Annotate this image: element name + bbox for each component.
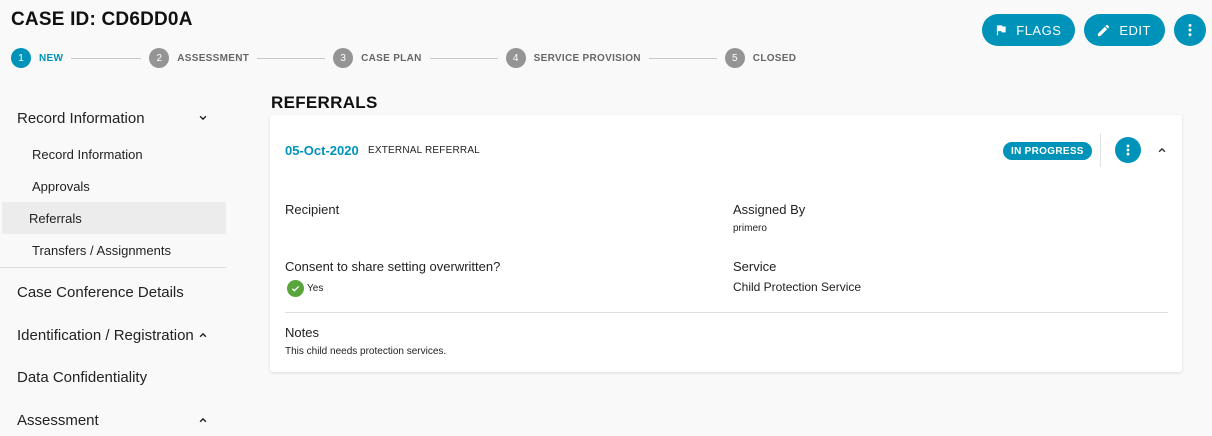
referral-menu-button[interactable]	[1115, 137, 1141, 163]
case-title: CASE ID: CD6DD0A	[11, 9, 193, 30]
chevron-up-icon	[1158, 147, 1166, 153]
flag-icon	[997, 25, 1006, 36]
more-vertical-icon	[1188, 23, 1192, 37]
sidebar-item-referrals[interactable]: Referrals	[2, 202, 226, 234]
step-label: CLOSED	[752, 52, 797, 64]
step-label: CASE PLAN	[361, 52, 422, 64]
notes-value: This child needs protection services.	[285, 346, 447, 357]
sidebar-nav: Record Information Record Information Ap…	[0, 100, 228, 436]
step-label: SERVICE PROVISION	[533, 52, 641, 64]
nav-group-case-conference[interactable]: Case Conference Details	[0, 272, 228, 312]
step-number: 5	[724, 48, 745, 68]
sidebar-item-record-information[interactable]: Record Information	[2, 138, 226, 170]
notes-divider	[285, 312, 1168, 313]
assigned-by-value: primero	[733, 223, 767, 234]
card-header-divider	[1100, 133, 1101, 167]
more-vertical-icon	[1126, 144, 1130, 156]
step-connector	[71, 57, 142, 59]
notes-label: Notes	[285, 325, 319, 340]
step-number: 4	[505, 48, 526, 68]
page-title: REFERRALS	[271, 93, 378, 112]
referral-type: EXTERNAL REFERRAL	[368, 145, 480, 156]
nav-group-label: Identification / Registration	[17, 326, 194, 344]
service-label: Service	[733, 259, 777, 274]
consent-value: Yes	[307, 283, 324, 294]
step-connector	[648, 57, 717, 59]
chevron-up-icon	[196, 413, 210, 427]
chevron-up-icon	[196, 328, 210, 342]
step-connector	[257, 57, 326, 59]
step-closed: 5 CLOSED	[724, 48, 797, 68]
flags-button[interactable]: FLAGS	[982, 14, 1076, 46]
nav-group-label: Record Information	[17, 109, 145, 127]
service-value: Child Protection Service	[733, 280, 862, 294]
status-badge: IN PROGRESS	[1003, 142, 1092, 160]
step-label: ASSESSMENT	[177, 52, 250, 64]
nav-group-label: Case Conference Details	[17, 283, 184, 301]
nav-group-data-confidentiality[interactable]: Data Confidentiality	[0, 358, 228, 396]
step-new: 1 NEW	[11, 48, 63, 68]
sidebar-item-transfers-assignments[interactable]: Transfers / Assignments	[2, 234, 226, 266]
flags-button-label: FLAGS	[1016, 22, 1062, 38]
check-circle-icon	[287, 280, 304, 297]
step-number: 1	[11, 48, 31, 68]
nav-group-label: Assessment	[17, 411, 99, 429]
step-label: NEW	[39, 52, 64, 64]
nav-group-record-information[interactable]: Record Information	[0, 100, 228, 136]
step-case-plan: 3 CASE PLAN	[333, 48, 421, 68]
step-assessment: 2 ASSESSMENT	[149, 48, 249, 68]
referral-date[interactable]: 05-Oct-2020	[285, 143, 359, 158]
pencil-icon	[1098, 24, 1110, 36]
recipient-label: Recipient	[285, 202, 340, 217]
nav-group-label: Data Confidentiality	[17, 368, 148, 386]
step-number: 2	[149, 48, 170, 68]
step-service-provision: 4 SERVICE PROVISION	[505, 48, 641, 68]
consent-label: Consent to share setting overwritten?	[285, 259, 501, 274]
more-actions-button[interactable]	[1174, 14, 1206, 46]
edit-button-label: EDIT	[1119, 22, 1151, 38]
step-number: 3	[333, 48, 354, 68]
nav-group-identification[interactable]: Identification / Registration	[0, 312, 228, 358]
nav-group-assessment[interactable]: Assessment	[0, 396, 228, 436]
edit-button[interactable]: EDIT	[1084, 14, 1165, 46]
referral-card: 05-Oct-2020 EXTERNAL REFERRAL IN PROGRES…	[270, 115, 1182, 372]
collapse-button[interactable]	[1154, 142, 1170, 158]
chevron-down-icon	[196, 111, 210, 125]
sidebar-item-approvals[interactable]: Approvals	[2, 170, 226, 202]
top-actions: FLAGS EDIT	[982, 14, 1206, 46]
assigned-by-label: Assigned By	[733, 202, 806, 217]
workflow-stepper: 1 NEW 2 ASSESSMENT 3 CASE PLAN 4 SERVICE…	[11, 48, 796, 68]
step-connector	[429, 57, 498, 59]
